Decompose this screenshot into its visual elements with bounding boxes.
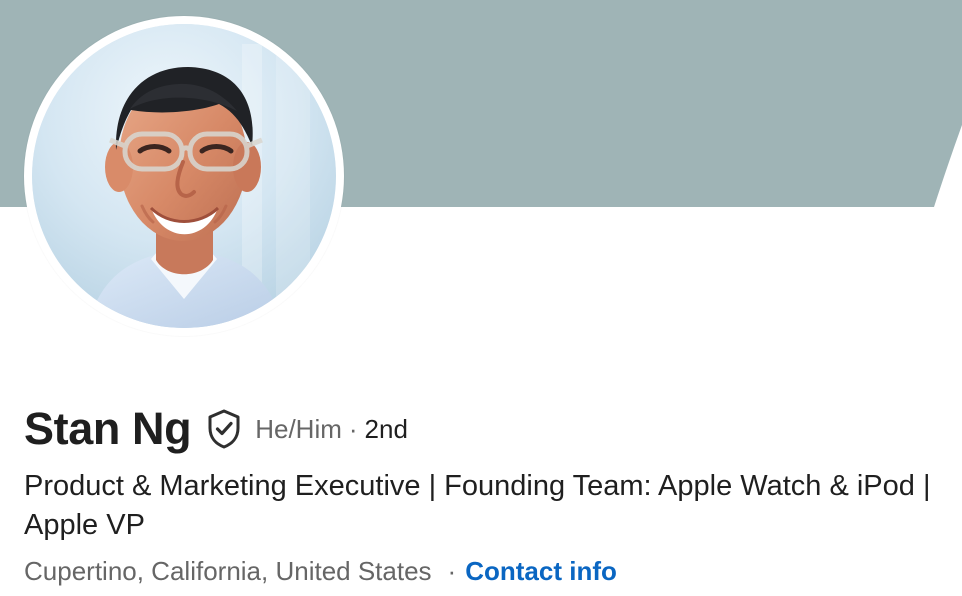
degree-separator: · bbox=[348, 414, 358, 444]
profile-name: Stan Ng bbox=[24, 403, 192, 454]
profile-photo-illustration bbox=[32, 24, 336, 328]
profile-photo-ring[interactable] bbox=[24, 16, 344, 336]
profile-card: Stan Ng He/Him · 2nd Product & Marketing… bbox=[0, 0, 962, 596]
location-row: Cupertino, California, United States · C… bbox=[24, 554, 617, 588]
contact-info-link[interactable]: Contact info bbox=[465, 554, 617, 588]
profile-name-row: Stan Ng He/Him · 2nd bbox=[24, 402, 408, 456]
profile-location: Cupertino, California, United States bbox=[24, 556, 432, 586]
location-separator: · bbox=[447, 556, 457, 586]
connection-degree: 2nd bbox=[364, 414, 408, 444]
profile-headline: Product & Marketing Executive | Founding… bbox=[24, 470, 931, 541]
profile-photo[interactable] bbox=[32, 24, 336, 328]
pronouns: He/Him bbox=[255, 414, 342, 444]
verification-shield-icon[interactable] bbox=[205, 408, 243, 450]
